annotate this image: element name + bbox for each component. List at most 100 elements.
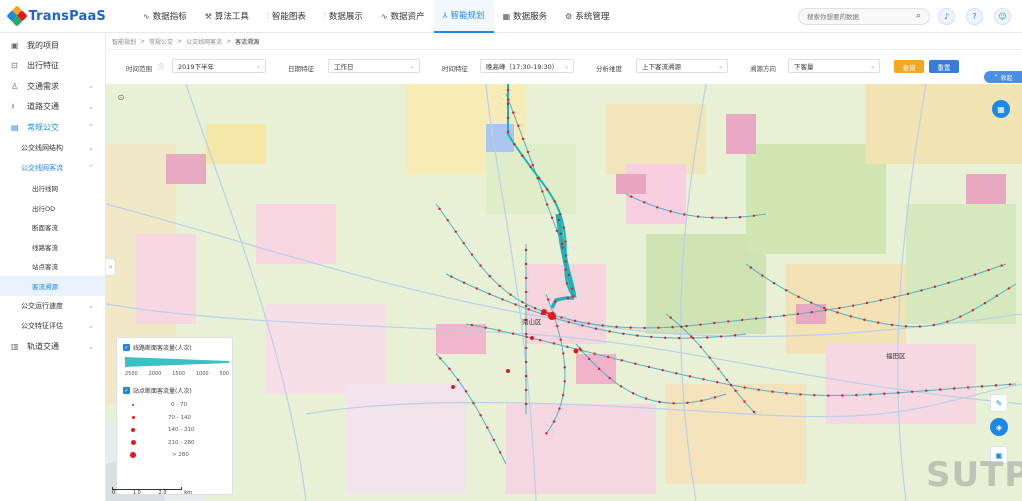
- stop-marker: [708, 356, 711, 359]
- nav-item-data-indicators[interactable]: ∿ 数据指标: [134, 0, 196, 33]
- layers-icon[interactable]: ◈: [990, 418, 1008, 436]
- stop-marker: [564, 254, 568, 257]
- travel-icon: ⊡: [11, 61, 18, 71]
- stop-marker: [524, 374, 528, 378]
- sidebar-item-travel-features[interactable]: ⊡ 出行特征: [0, 56, 105, 77]
- stop-marker: [560, 316, 563, 319]
- stop-marker: [933, 285, 937, 288]
- sidebar-sub-bus-network-flow[interactable]: 公交线网客流 ⌃: [0, 158, 105, 179]
- legend-scale-label: 2000: [148, 371, 162, 377]
- plan-icon: ⅄: [442, 10, 448, 20]
- sidebar-item-label: 轨道交通: [27, 342, 59, 352]
- date-feature-select[interactable]: 工作日 ⌄: [328, 59, 420, 73]
- legend-stop-label: 70 - 140: [168, 414, 191, 421]
- sidebar-sub-bus-speed[interactable]: 公交运行速度 ⌄: [0, 296, 105, 317]
- sidebar-item-regular-bus[interactable]: ▤ 常规公交 ⌃: [0, 117, 105, 138]
- stop-marker: [994, 384, 998, 387]
- info-icon[interactable]: ⓘ: [158, 62, 164, 71]
- nav-item-smart-charts[interactable]: ⫶ 智能图表: [258, 0, 315, 33]
- stop-marker: [506, 88, 510, 92]
- stop-marker: [947, 281, 950, 285]
- nav-label: 数据服务: [513, 12, 548, 22]
- legend-line-toggle[interactable]: ✓ 线路断面客流量(人次): [123, 343, 226, 352]
- stop-marker: [813, 393, 816, 397]
- collapse-filter-button[interactable]: ⌃ 收起: [984, 71, 1022, 83]
- stop-marker: [622, 332, 625, 335]
- calendar-icon[interactable]: ▦: [992, 100, 1010, 118]
- nav-item-data-services[interactable]: ▦ 数据服务: [494, 0, 557, 33]
- stop-marker: [488, 274, 491, 278]
- sidebar-leaf-flow-trace[interactable]: 客流溯源: [0, 276, 105, 296]
- sidebar-sub-bus-evaluation[interactable]: 公交特征评估 ⌄: [0, 316, 105, 337]
- stop-marker: [938, 388, 942, 391]
- stop-marker: [571, 287, 574, 290]
- sidebar-item-road-traffic[interactable]: ♯ 道路交通 ⌄: [0, 97, 105, 118]
- breadcrumb-item[interactable]: 公交线网客流: [186, 37, 222, 46]
- sidebar-leaf-travel-od[interactable]: 出行OD: [0, 198, 105, 218]
- stop-marker: [498, 451, 502, 454]
- search-input[interactable]: [807, 12, 907, 21]
- stop-marker: [918, 325, 922, 328]
- stop-marker: [733, 334, 737, 337]
- sidebar-collapse-toggle[interactable]: «: [106, 258, 116, 276]
- checkbox-checked-icon[interactable]: ✓: [123, 387, 130, 394]
- compass-icon[interactable]: ⊙: [112, 88, 130, 106]
- sidebar-leaf-section-flow[interactable]: 断面客流: [0, 218, 105, 238]
- analysis-dim-value: 上下客流溯源: [642, 63, 681, 71]
- stop-marker: [619, 385, 623, 388]
- nav-label: 智能图表: [271, 12, 306, 22]
- trace-direction-select[interactable]: 下客量 ⌄: [788, 59, 880, 73]
- query-button[interactable]: 查询: [894, 60, 924, 73]
- analysis-dim-select[interactable]: 上下客流溯源 ⌄: [636, 59, 728, 73]
- sidebar-leaf-stop-flow[interactable]: 站点客流: [0, 257, 105, 277]
- stop-marker: [897, 391, 900, 394]
- nav-item-data-display[interactable]: ⫶ 数据展示: [315, 0, 372, 33]
- sidebar-item-traffic-demand[interactable]: ♙ 交通需求 ⌄: [0, 76, 105, 97]
- road-icon: ♯: [11, 102, 15, 112]
- nav-item-algorithm-tools[interactable]: ⚒ 算法工具: [196, 0, 258, 33]
- breadcrumb-item[interactable]: 常规公交: [149, 37, 173, 46]
- stop-marker: [725, 378, 729, 381]
- time-range-select[interactable]: 2019下半年 ⌄: [172, 59, 266, 73]
- stop-marker: [738, 215, 742, 219]
- scale-tick: 2.0: [158, 490, 167, 496]
- help-icon[interactable]: ?: [966, 8, 983, 25]
- stop-marker: [488, 292, 491, 296]
- stop-marker: [594, 327, 598, 330]
- edit-icon[interactable]: ✎: [990, 394, 1008, 412]
- stop-marker: [521, 300, 524, 304]
- nav-item-system-admin[interactable]: ⚙ 系统管理: [556, 0, 618, 33]
- stop-marker: [454, 230, 457, 233]
- chevron-down-icon: ⌄: [88, 301, 94, 310]
- nav-item-data-assets[interactable]: ∿ 数据资产: [372, 0, 434, 33]
- sidebar-sub-bus-network-structure[interactable]: 公交线网结构 ⌄: [0, 138, 105, 159]
- stop-marker: [566, 296, 570, 300]
- stop-marker: [521, 154, 524, 157]
- stop-marker: [524, 346, 528, 350]
- legend-stop-toggle[interactable]: ✓ 站点断面客流量(人次): [123, 386, 226, 395]
- chevron-down-icon: ⌄: [717, 62, 723, 70]
- legend-dot: [123, 452, 143, 459]
- stop-marker: [475, 287, 478, 290]
- search-icon[interactable]: ⌕: [916, 11, 921, 21]
- breadcrumb-item[interactable]: 智能规划: [112, 37, 136, 46]
- stop-marker: [587, 322, 591, 325]
- nav-label: 数据展示: [328, 12, 363, 22]
- app-logo[interactable]: TransPaaS: [0, 5, 106, 27]
- nav-item-smart-planning[interactable]: ⅄ 智能规划: [433, 0, 494, 33]
- stop-marker: [537, 176, 541, 180]
- stop-marker: [601, 324, 604, 327]
- sidebar-leaf-line-flow[interactable]: 线路客流: [0, 237, 105, 257]
- stop-marker: [782, 314, 786, 317]
- map-canvas[interactable]: 南山区 福田区 ▦ ✎ ◈ ▣ ⊙: [106, 84, 1022, 501]
- sidebar-leaf-travel-network[interactable]: 出行线网: [0, 179, 105, 199]
- time-feature-select[interactable]: 晚高峰（17:30-19:30） ⌄: [480, 59, 574, 73]
- chevron-down-icon: ⌄: [88, 82, 94, 91]
- checkbox-checked-icon[interactable]: ✓: [123, 344, 130, 351]
- sidebar-item-rail-transit[interactable]: ▥ 轨道交通 ⌄: [0, 337, 105, 358]
- reset-button[interactable]: 重置: [929, 60, 959, 73]
- user-icon[interactable]: ☺: [994, 8, 1011, 25]
- bell-icon[interactable]: ♪: [938, 8, 955, 25]
- stop-marker: [724, 216, 728, 220]
- sidebar-item-my-projects[interactable]: ▣ 我的项目: [0, 35, 105, 56]
